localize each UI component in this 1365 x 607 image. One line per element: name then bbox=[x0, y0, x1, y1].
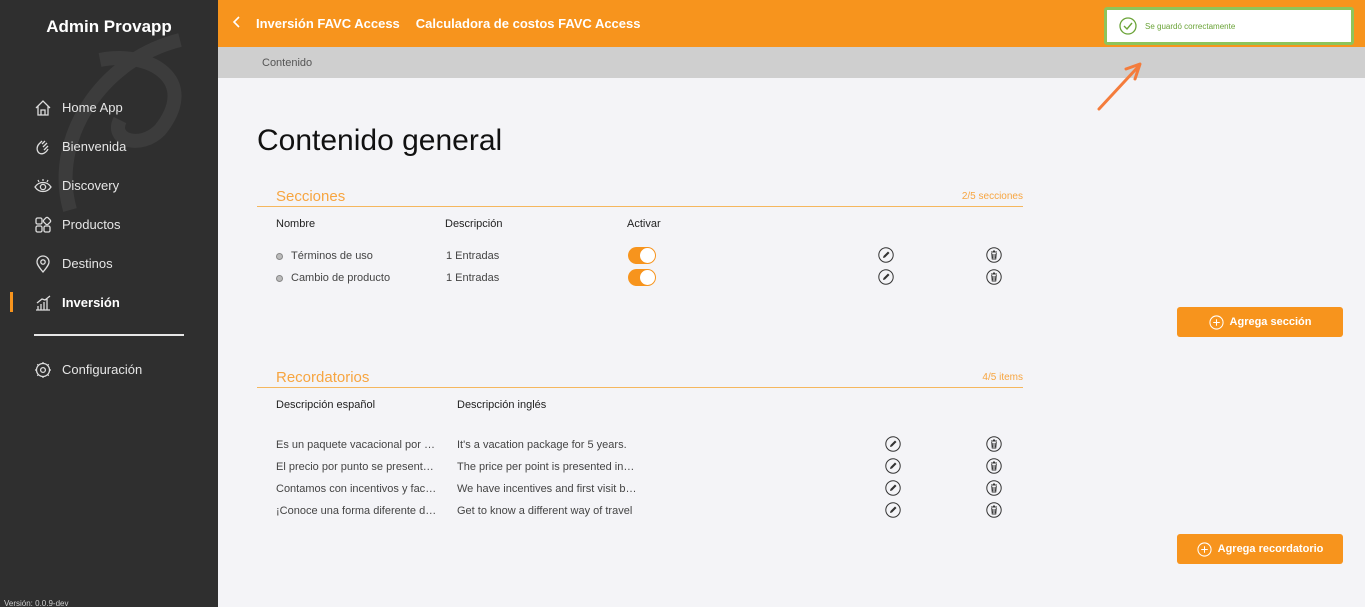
add-reminder-label: Agrega recordatorio bbox=[1217, 543, 1324, 555]
waving-hand-icon bbox=[34, 138, 52, 156]
table-row: Es un paquete vacacional por 5 años. It'… bbox=[257, 434, 1023, 456]
row-description-es: El precio por punto se presenta en… bbox=[276, 461, 438, 473]
column-header-nombre: Nombre bbox=[276, 218, 316, 230]
section-count: 2/5 secciones bbox=[961, 191, 1023, 202]
sidebar-item-label: Bienvenida bbox=[62, 139, 127, 154]
edit-pencil-icon[interactable] bbox=[885, 502, 901, 518]
chevron-left-icon bbox=[232, 15, 240, 28]
tab-calculadora-costos[interactable]: Calculadora de costos FAVC Access bbox=[416, 16, 641, 31]
plus-circle-icon bbox=[1197, 541, 1212, 557]
sidebar-nav: Home App Bienvenida Discovery Productos … bbox=[0, 88, 218, 389]
row-description-en: We have incentives and first visit bonus bbox=[457, 483, 637, 495]
back-button[interactable] bbox=[218, 15, 256, 33]
sidebar-item-configuracion[interactable]: Configuración bbox=[0, 350, 218, 389]
edit-pencil-icon[interactable] bbox=[878, 247, 894, 263]
bullet-icon bbox=[276, 275, 283, 282]
sidebar-item-label: Discovery bbox=[62, 178, 120, 193]
sidebar-item-label: Home App bbox=[62, 100, 123, 115]
column-header-descripcion: Descripción bbox=[445, 218, 503, 230]
add-reminder-button[interactable]: Agrega recordatorio bbox=[1177, 534, 1343, 564]
recordatorios-section: Recordatorios 4/5 items Descripción espa… bbox=[257, 366, 1023, 522]
sidebar-item-label: Productos bbox=[62, 217, 121, 232]
edit-pencil-icon[interactable] bbox=[885, 436, 901, 452]
breadcrumb-item[interactable]: Contenido bbox=[262, 57, 312, 69]
sidebar-item-label: Inversión bbox=[62, 295, 120, 310]
sidebar-divider bbox=[34, 334, 184, 336]
page-title: Contenido general bbox=[257, 124, 503, 157]
breadcrumb: Contenido bbox=[218, 47, 1365, 78]
map-pin-icon bbox=[34, 254, 52, 273]
section-header: Secciones 2/5 secciones bbox=[257, 185, 1023, 207]
edit-pencil-icon[interactable] bbox=[885, 458, 901, 474]
sidebar-item-label: Destinos bbox=[62, 256, 113, 271]
row-description-en: Get to know a different way of travel bbox=[457, 505, 633, 517]
toast-message: Se guardó correctamente bbox=[1145, 21, 1236, 31]
house-icon bbox=[34, 99, 52, 117]
row-description-es: ¡Conoce una forma diferente de viajar! bbox=[276, 505, 438, 517]
eye-icon bbox=[34, 177, 52, 195]
sidebar-item-destinos[interactable]: Destinos bbox=[0, 244, 218, 283]
row-description: 1 Entradas bbox=[446, 250, 500, 262]
edit-pencil-icon[interactable] bbox=[885, 480, 901, 496]
grid-icon bbox=[34, 216, 52, 234]
row-description-en: The price per point is presented in… bbox=[457, 461, 635, 473]
secciones-section: Secciones 2/5 secciones Nombre Descripci… bbox=[257, 185, 1023, 289]
row-description-es: Es un paquete vacacional por 5 años. bbox=[276, 439, 438, 451]
table-row: Contamos con incentivos y facilidades We… bbox=[257, 478, 1023, 500]
add-section-button[interactable]: Agrega sección bbox=[1177, 307, 1343, 337]
activate-toggle[interactable] bbox=[628, 269, 656, 286]
row-description-es: Contamos con incentivos y facilidades bbox=[276, 483, 438, 495]
row-description-en: It's a vacation package for 5 years. bbox=[457, 439, 627, 451]
column-header-activar: Activar bbox=[627, 218, 661, 230]
table-header: Descripción español Descripción inglés bbox=[257, 388, 1023, 422]
trash-icon[interactable] bbox=[986, 480, 1002, 496]
section-header: Recordatorios 4/5 items bbox=[257, 366, 1023, 388]
row-name: Cambio de producto bbox=[291, 272, 391, 284]
table-row: ¡Conoce una forma diferente de viajar! G… bbox=[257, 500, 1023, 522]
section-title: Recordatorios bbox=[276, 369, 370, 386]
bar-chart-icon bbox=[34, 294, 52, 312]
row-description: 1 Entradas bbox=[446, 272, 500, 284]
bullet-icon bbox=[276, 253, 283, 260]
table-row: Términos de uso 1 Entradas bbox=[257, 245, 1023, 267]
sidebar-item-label: Configuración bbox=[62, 362, 143, 377]
column-header-descripcion-espanol: Descripción español bbox=[276, 399, 376, 411]
table-header: Nombre Descripción Activar bbox=[257, 207, 1023, 241]
column-header-descripcion-ingles: Descripción inglés bbox=[457, 399, 547, 411]
trash-icon[interactable] bbox=[986, 269, 1002, 285]
sidebar-item-discovery[interactable]: Discovery bbox=[0, 166, 218, 205]
activate-toggle[interactable] bbox=[628, 247, 656, 264]
app-version: Versión: 0.0.9-dev bbox=[4, 599, 69, 607]
trash-icon[interactable] bbox=[986, 502, 1002, 518]
table-row: El precio por punto se presenta en… The … bbox=[257, 456, 1023, 478]
section-title: Secciones bbox=[276, 188, 346, 205]
annotation-arrow-icon bbox=[1097, 62, 1142, 111]
success-toast: Se guardó correctamente bbox=[1104, 7, 1354, 45]
plus-circle-icon bbox=[1208, 314, 1224, 330]
row-name: Términos de uso bbox=[291, 250, 373, 262]
check-circle-icon bbox=[1119, 17, 1137, 35]
gear-icon bbox=[34, 361, 52, 379]
table-row: Cambio de producto 1 Entradas bbox=[257, 267, 1023, 289]
sidebar-item-inversion[interactable]: Inversión bbox=[0, 283, 218, 322]
trash-icon[interactable] bbox=[986, 458, 1002, 474]
sidebar-item-productos[interactable]: Productos bbox=[0, 205, 218, 244]
sidebar: Admin Provapp Home App Bienvenida Discov… bbox=[0, 0, 218, 607]
trash-icon[interactable] bbox=[986, 436, 1002, 452]
trash-icon[interactable] bbox=[986, 247, 1002, 263]
sidebar-item-home-app[interactable]: Home App bbox=[0, 88, 218, 127]
sidebar-item-bienvenida[interactable]: Bienvenida bbox=[0, 127, 218, 166]
tab-inversion-favc[interactable]: Inversión FAVC Access bbox=[256, 16, 400, 31]
add-section-label: Agrega sección bbox=[1229, 316, 1312, 328]
edit-pencil-icon[interactable] bbox=[878, 269, 894, 285]
section-count: 4/5 items bbox=[982, 372, 1023, 383]
app-title: Admin Provapp bbox=[46, 17, 172, 36]
